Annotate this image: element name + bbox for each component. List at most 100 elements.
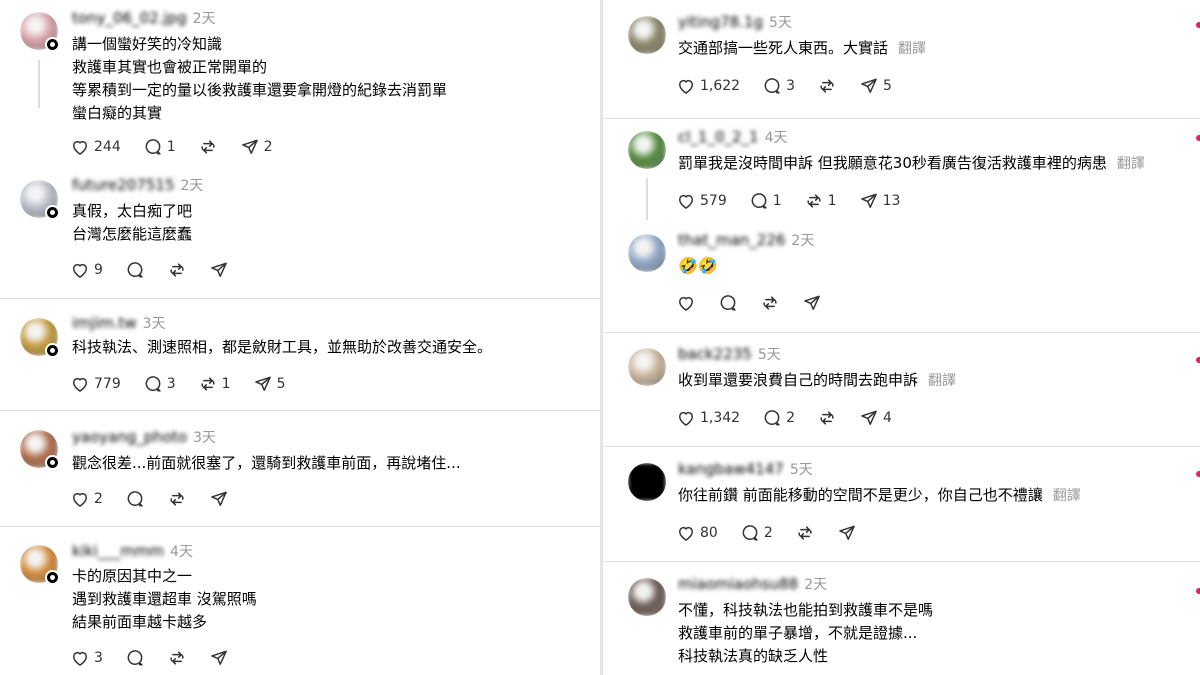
share-button[interactable] (802, 293, 822, 313)
post-header: yaoyang_photo 3天 (72, 427, 216, 447)
like-button[interactable]: 579 (676, 191, 727, 211)
repost-button[interactable] (817, 76, 837, 96)
username[interactable]: future207515 (72, 175, 175, 195)
comment-line: 不懂，科技執法也能拍到救護車不是嗎 (678, 599, 933, 622)
translate-link[interactable]: 翻譯 (1053, 488, 1081, 504)
like-button[interactable]: 1,342 (676, 408, 740, 428)
username[interactable]: imjim.tw (72, 313, 137, 333)
replies-count: 2 (763, 525, 773, 541)
repost-button[interactable] (167, 489, 187, 509)
reply-button[interactable]: 1 (749, 191, 782, 211)
username[interactable]: yaoyang_photo (72, 427, 187, 447)
comment-text: 卡的原因其中之一 遇到救護車還超車 沒駕照嗎 結果前面車越卡越多 (72, 565, 257, 634)
heart-icon (70, 489, 90, 509)
translate-link[interactable]: 翻譯 (1117, 156, 1145, 172)
like-button[interactable]: 244 (70, 137, 121, 157)
avatar[interactable] (628, 234, 666, 272)
share-button[interactable]: 2 (240, 137, 273, 157)
reply-button[interactable]: 2 (762, 408, 795, 428)
avatar[interactable] (628, 348, 666, 386)
repost-icon (760, 293, 780, 313)
notification-marker (1196, 22, 1200, 28)
emoji-text: 🤣🤣 (678, 256, 718, 275)
repost-button[interactable] (817, 408, 837, 428)
heart-icon (70, 260, 90, 280)
share-button[interactable] (209, 260, 229, 280)
timestamp: 2天 (180, 178, 204, 194)
post-header: tony_06_02.jpg 2天 (72, 8, 216, 28)
repost-icon (167, 260, 187, 280)
likes-count: 1,622 (700, 78, 741, 94)
translate-link[interactable]: 翻譯 (898, 41, 926, 57)
reply-button[interactable]: 2 (740, 523, 773, 543)
like-button[interactable]: 2 (70, 489, 103, 509)
left-comment-column: tony_06_02.jpg 2天 講一個蠻好笑的冷知識 救護車其實也會被正常開單的等… (0, 0, 600, 675)
username[interactable]: that_man_226 (678, 230, 785, 250)
comment-line: 罰單我是沒時間申訴 但我願意花30秒看廣告復活救護車裡的病患 翻譯 (678, 152, 1145, 176)
action-bar: 779 3 1 5 (70, 373, 308, 395)
reply-button[interactable]: 3 (143, 374, 176, 394)
share-button[interactable] (209, 648, 229, 668)
reply-button[interactable] (125, 489, 145, 509)
like-button[interactable]: 1,622 (676, 76, 740, 96)
reply-button[interactable] (125, 648, 145, 668)
reply-button[interactable] (125, 260, 145, 280)
repost-button[interactable] (795, 523, 815, 543)
share-button[interactable] (837, 523, 857, 543)
avatar[interactable] (628, 463, 666, 501)
comment-line-text: 罰單我是沒時間申訴 但我願意花30秒看廣告復活救護車裡的病患 (678, 154, 1107, 172)
reply-button[interactable]: 3 (762, 76, 795, 96)
post-divider (603, 118, 1200, 119)
username[interactable]: back2235 (678, 344, 752, 364)
avatar[interactable] (628, 131, 666, 169)
share-button[interactable]: 5 (859, 76, 892, 96)
like-button[interactable]: 3 (70, 648, 103, 668)
like-button[interactable] (676, 293, 696, 313)
repost-button[interactable] (167, 648, 187, 668)
verified-badge-icon (45, 205, 60, 220)
share-icon (802, 293, 822, 313)
share-button[interactable] (209, 489, 229, 509)
avatar[interactable] (628, 16, 666, 54)
comment-line-text: 收到單還要浪費自己的時間去跑申訴 (678, 371, 919, 389)
share-button[interactable]: 13 (859, 191, 900, 211)
avatar[interactable] (628, 578, 666, 616)
share-icon (859, 408, 879, 428)
timestamp: 2天 (804, 577, 828, 593)
reply-button[interactable]: 1 (143, 137, 176, 157)
share-button[interactable]: 4 (859, 408, 892, 428)
username[interactable]: kiki___mmm (72, 541, 164, 561)
share-icon (209, 489, 229, 509)
username[interactable]: miaomiaohsu88 (678, 574, 798, 594)
username[interactable]: cl_1_0_2_1 (678, 127, 759, 147)
reply-button[interactable] (718, 293, 738, 313)
share-button[interactable]: 5 (253, 374, 286, 394)
username[interactable]: tony_06_02.jpg (72, 8, 187, 28)
like-button[interactable]: 779 (70, 374, 121, 394)
like-button[interactable]: 9 (70, 260, 103, 280)
comment-line-text: 科技執法、測速照相，都是斂財工具，並無助於改善交通安全。 (72, 338, 493, 356)
like-button[interactable]: 80 (676, 523, 718, 543)
timestamp: 5天 (757, 347, 781, 363)
shares-count: 5 (883, 78, 892, 94)
translate-link[interactable]: 翻譯 (928, 373, 956, 389)
verified-badge-icon (45, 343, 60, 358)
avatar-image (628, 131, 666, 169)
repost-button[interactable] (760, 293, 780, 313)
timestamp: 2天 (192, 11, 216, 27)
repost-button[interactable] (167, 260, 187, 280)
likes-count: 9 (94, 262, 103, 278)
repost-button[interactable] (198, 137, 218, 157)
comment-line: 交通部搞一些死人東西。大實話 翻譯 (678, 37, 926, 61)
reply-icon (143, 374, 163, 394)
username[interactable]: yiting78.1g (678, 12, 763, 32)
timestamp: 3天 (142, 316, 166, 332)
comment-line-text: 卡的原因其中之一 (72, 567, 193, 585)
timestamp: 2天 (791, 233, 815, 249)
repost-button[interactable]: 1 (804, 191, 837, 211)
shares-count: 5 (276, 376, 286, 392)
repost-button[interactable]: 1 (198, 374, 231, 394)
username[interactable]: kangbaw4147 (678, 459, 784, 479)
notification-marker (1196, 135, 1200, 141)
post-divider (603, 561, 1200, 562)
